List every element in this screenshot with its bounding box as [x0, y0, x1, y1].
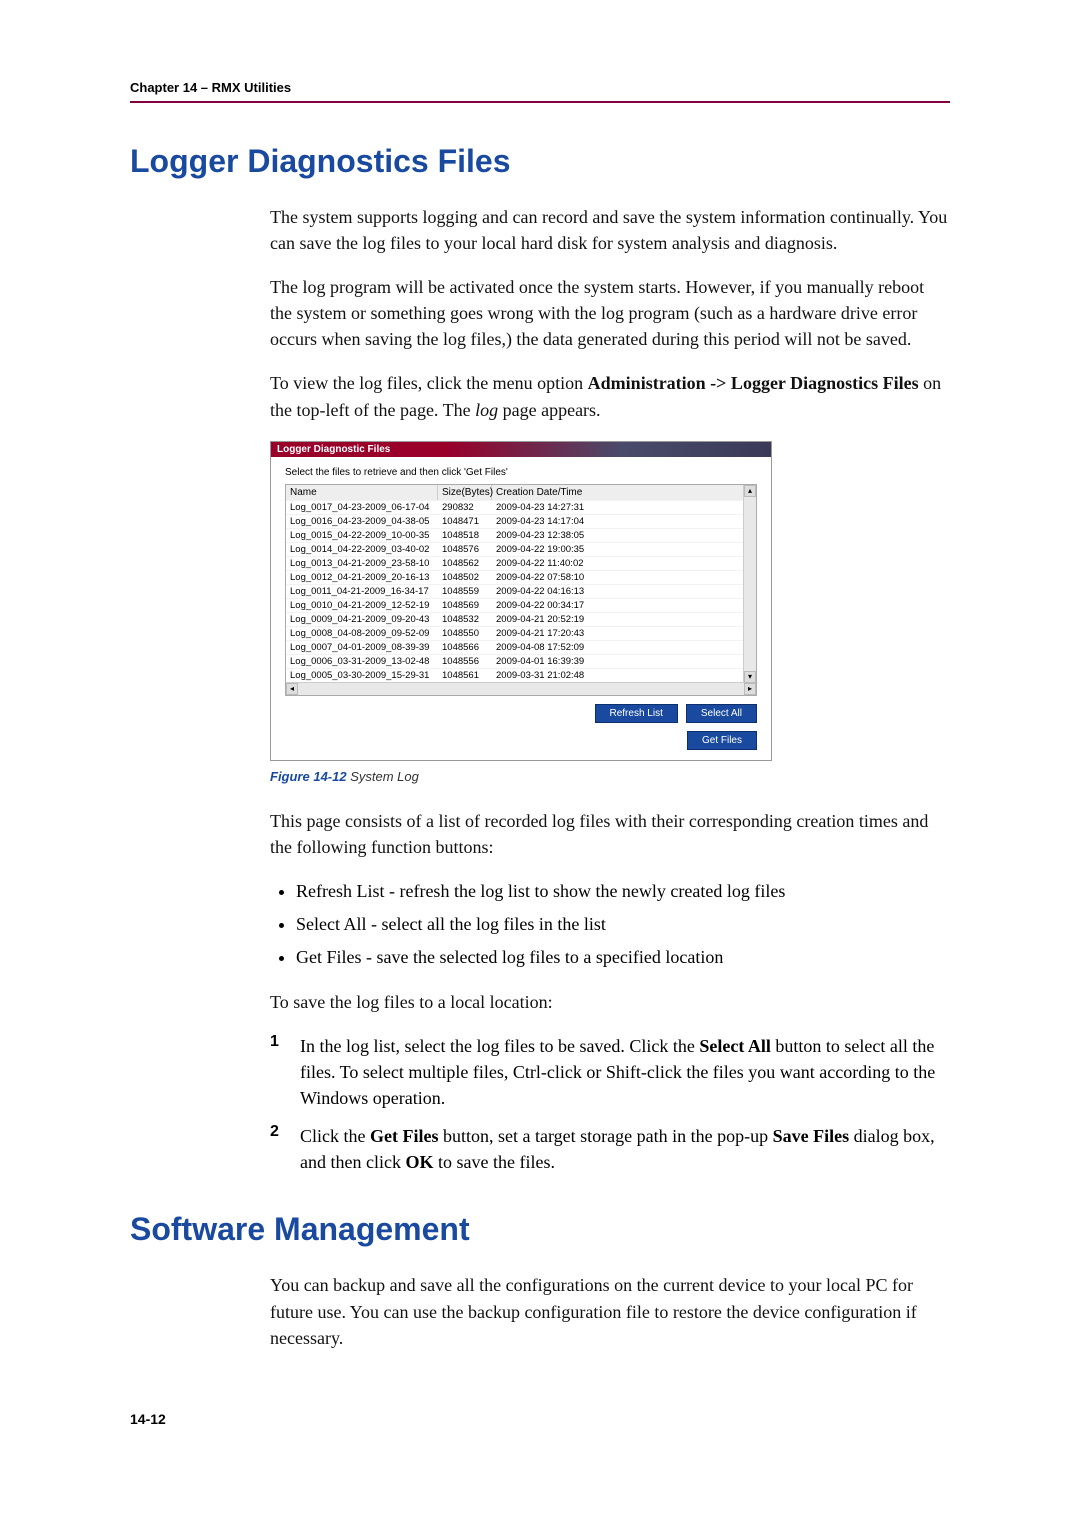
- table-row[interactable]: Log_0014_04-22-2009_03-40-0210485762009-…: [286, 542, 756, 556]
- scroll-down-icon[interactable]: ▾: [744, 671, 756, 683]
- table-row[interactable]: Log_0011_04-21-2009_16-34-1710485592009-…: [286, 584, 756, 598]
- figure-caption: Figure 14-12 System Log: [270, 769, 950, 784]
- scroll-right-icon[interactable]: ▸: [744, 683, 756, 695]
- table-row[interactable]: Log_0008_04-08-2009_09-52-0910485502009-…: [286, 626, 756, 640]
- para-logger-3: To view the log files, click the menu op…: [270, 370, 950, 422]
- bullet-refresh: Refresh List - refresh the log list to s…: [296, 878, 950, 905]
- chapter-header: Chapter 14 – RMX Utilities: [130, 80, 950, 95]
- section-title-software: Software Management: [130, 1211, 950, 1248]
- table-row[interactable]: Log_0006_03-31-2009_13-02-4810485562009-…: [286, 654, 756, 668]
- scroll-up-icon[interactable]: ▴: [744, 485, 756, 497]
- table-row[interactable]: Log_0009_04-21-2009_09-20-4310485322009-…: [286, 612, 756, 626]
- table-row[interactable]: Log_0015_04-22-2009_10-00-3510485182009-…: [286, 528, 756, 542]
- screenshot-instruction: Select the files to retrieve and then cl…: [285, 467, 757, 478]
- table-row[interactable]: Log_0005_03-30-2009_15-29-3110485612009-…: [286, 668, 756, 682]
- get-files-button[interactable]: Get Files: [687, 731, 757, 750]
- scrollbar-vertical[interactable]: ▴ ▾: [743, 485, 756, 683]
- refresh-list-button[interactable]: Refresh List: [595, 704, 678, 723]
- para-logger-1: The system supports logging and can reco…: [270, 204, 950, 256]
- para-software: You can backup and save all the configur…: [270, 1272, 950, 1350]
- col-header-name[interactable]: Name: [286, 485, 438, 500]
- step-2: 2 Click the Get Files button, set a targ…: [270, 1123, 950, 1175]
- screenshot-titlebar: Logger Diagnostic Files: [271, 442, 771, 457]
- bullet-getfiles: Get Files - save the selected log files …: [296, 944, 950, 971]
- table-row[interactable]: Log_0012_04-21-2009_20-16-1310485022009-…: [286, 570, 756, 584]
- function-bullets: Refresh List - refresh the log list to s…: [270, 878, 950, 971]
- bullet-selectall: Select All - select all the log files in…: [296, 911, 950, 938]
- page-number: 14-12: [130, 1411, 950, 1427]
- scrollbar-horizontal[interactable]: ◂ ▸: [286, 682, 756, 695]
- col-header-size[interactable]: Size(Bytes): [438, 485, 492, 500]
- col-header-date[interactable]: Creation Date/Time: [492, 485, 756, 500]
- table-row[interactable]: Log_0016_04-23-2009_04-38-0510484712009-…: [286, 514, 756, 528]
- table-row[interactable]: Log_0010_04-21-2009_12-52-1910485692009-…: [286, 598, 756, 612]
- scroll-left-icon[interactable]: ◂: [286, 683, 298, 695]
- select-all-button[interactable]: Select All: [686, 704, 757, 723]
- table-row[interactable]: Log_0013_04-21-2009_23-58-1010485622009-…: [286, 556, 756, 570]
- header-rule: [130, 101, 950, 103]
- para-after-fig: This page consists of a list of recorded…: [270, 808, 950, 860]
- table-row[interactable]: Log_0017_04-23-2009_06-17-042908322009-0…: [286, 500, 756, 514]
- screenshot-table: Name Size(Bytes) Creation Date/Time Log_…: [285, 484, 757, 696]
- table-row[interactable]: Log_0007_04-01-2009_08-39-3910485662009-…: [286, 640, 756, 654]
- step-1: 1 In the log list, select the log files …: [270, 1033, 950, 1111]
- para-save-intro: To save the log files to a local locatio…: [270, 989, 950, 1015]
- section-title-logger: Logger Diagnostics Files: [130, 143, 950, 180]
- para-logger-2: The log program will be activated once t…: [270, 274, 950, 352]
- screenshot-logger-files: Logger Diagnostic Files Select the files…: [270, 441, 950, 761]
